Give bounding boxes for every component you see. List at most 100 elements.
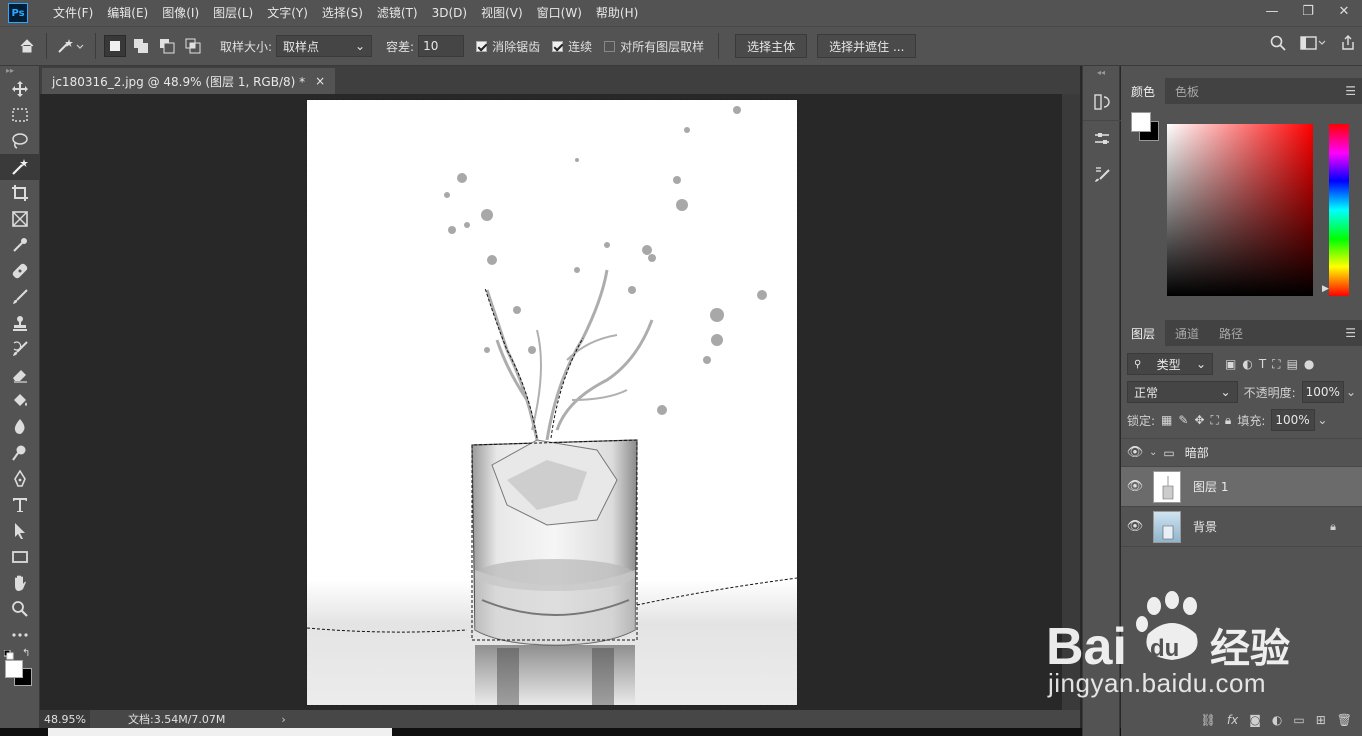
menu-select[interactable]: 选择(S) <box>315 0 370 26</box>
fill-input[interactable]: 100% <box>1271 409 1316 431</box>
layer-style-fx-icon[interactable]: fx <box>1227 713 1238 727</box>
path-selection-tool-icon[interactable] <box>0 518 40 544</box>
foreground-color-swatch[interactable] <box>5 660 23 678</box>
more-tools-icon[interactable] <box>0 622 40 648</box>
layer-filter-select[interactable]: ⚲ 类型 ⌄ <box>1127 353 1213 375</box>
marquee-tool-icon[interactable] <box>0 102 40 128</box>
tab-layers[interactable]: 图层 <box>1121 320 1166 346</box>
paint-bucket-tool-icon[interactable] <box>0 388 40 414</box>
healing-brush-tool-icon[interactable] <box>0 258 40 284</box>
lasso-tool-icon[interactable] <box>0 128 40 154</box>
select-subject-button[interactable]: 选择主体 <box>735 34 808 58</box>
image-filter-icon[interactable]: ▣ <box>1225 357 1236 371</box>
close-window-button[interactable]: ✕ <box>1326 0 1362 22</box>
home-icon[interactable] <box>14 33 40 59</box>
eyedropper-tool-icon[interactable] <box>0 232 40 258</box>
new-selection-button[interactable] <box>104 35 126 57</box>
lock-all-icon[interactable]: 🔒︎ <box>1225 413 1231 428</box>
chevron-down-icon[interactable]: ⌄ <box>1346 385 1356 399</box>
menu-window[interactable]: 窗口(W) <box>530 0 589 26</box>
antialias-checkbox[interactable]: 消除锯齿 <box>476 38 540 55</box>
hand-tool-icon[interactable] <box>0 570 40 596</box>
brush-settings-panel-icon[interactable] <box>1083 156 1121 192</box>
layer-row-background[interactable]: 👁︎ 背景 🔒︎ <box>1121 507 1362 547</box>
new-group-icon[interactable]: ▭ <box>1293 713 1304 727</box>
clone-stamp-tool-icon[interactable] <box>0 310 40 336</box>
collapse-grip-icon[interactable]: ◂◂ <box>1083 66 1119 84</box>
status-menu-arrow-icon[interactable]: › <box>281 713 285 726</box>
swap-colors-icon[interactable]: ↰ <box>22 648 30 659</box>
lock-artboard-icon[interactable]: ⛶ <box>1211 413 1219 428</box>
menu-type[interactable]: 文字(Y) <box>260 0 315 26</box>
history-panel-icon[interactable] <box>1083 84 1121 120</box>
visibility-eye-icon[interactable]: 👁︎ <box>1121 479 1149 494</box>
add-mask-icon[interactable]: ◙ <box>1249 713 1261 727</box>
minimize-button[interactable]: — <box>1254 0 1290 22</box>
tolerance-input[interactable]: 10 <box>418 35 465 57</box>
zoom-tool-icon[interactable] <box>0 596 40 622</box>
menu-view[interactable]: 视图(V) <box>474 0 530 26</box>
share-icon[interactable] <box>1340 35 1356 54</box>
tab-channels[interactable]: 通道 <box>1165 320 1209 346</box>
type-filter-icon[interactable]: T <box>1259 357 1266 371</box>
foreground-color-swatch[interactable] <box>1131 112 1151 132</box>
crop-tool-icon[interactable] <box>0 180 40 206</box>
eraser-tool-icon[interactable] <box>0 362 40 388</box>
pen-tool-icon[interactable] <box>0 466 40 492</box>
vertical-scrollbar[interactable] <box>1062 94 1080 710</box>
intersect-selection-button[interactable] <box>182 35 204 57</box>
document-tab[interactable]: jc180316_2.jpg @ 48.9% (图层 1, RGB/8) * × <box>42 68 336 94</box>
layer-name[interactable]: 图层 1 <box>1193 478 1228 495</box>
workspace-icon[interactable] <box>1300 35 1326 54</box>
delete-layer-icon[interactable]: 🗑︎ <box>1337 713 1352 727</box>
sample-size-select[interactable]: 取样点 ⌄ <box>276 35 373 57</box>
tab-color[interactable]: 颜色 <box>1121 78 1166 104</box>
blur-tool-icon[interactable] <box>0 414 40 440</box>
hue-slider-handle-icon[interactable]: ▶ <box>1322 284 1329 294</box>
panel-menu-icon[interactable]: ☰ <box>1345 326 1356 340</box>
layer-thumbnail[interactable] <box>1153 510 1181 543</box>
lock-image-pixels-icon[interactable]: ✎ <box>1178 413 1188 427</box>
magic-wand-preset-icon[interactable] <box>53 33 89 59</box>
blend-mode-select[interactable]: 正常 ⌄ <box>1127 381 1238 403</box>
link-layers-icon[interactable]: ⛓︎ <box>1201 713 1216 727</box>
search-icon[interactable] <box>1270 35 1286 54</box>
adjustments-panel-icon[interactable] <box>1083 120 1121 156</box>
menu-image[interactable]: 图像(I) <box>155 0 206 26</box>
smart-object-filter-icon[interactable]: ▤ <box>1287 357 1298 371</box>
layer-name[interactable]: 背景 <box>1193 518 1217 535</box>
hue-slider[interactable] <box>1329 124 1349 296</box>
filter-toggle-icon[interactable]: ● <box>1304 357 1314 371</box>
magic-wand-tool-icon[interactable] <box>0 154 40 180</box>
menu-edit[interactable]: 编辑(E) <box>100 0 155 26</box>
close-tab-icon[interactable]: × <box>315 74 325 88</box>
menu-layer[interactable]: 图层(L) <box>206 0 260 26</box>
sample-all-layers-checkbox[interactable]: 对所有图层取样 <box>604 38 704 55</box>
contiguous-checkbox[interactable]: 连续 <box>552 38 592 55</box>
adjustment-layer-icon[interactable]: ◐ <box>1272 713 1282 727</box>
default-colors-icon[interactable] <box>4 650 14 660</box>
chevron-down-icon[interactable]: ⌄ <box>1149 447 1157 458</box>
menu-3d[interactable]: 3D(D) <box>425 0 474 26</box>
new-layer-icon[interactable]: ⊞ <box>1316 713 1326 727</box>
visibility-eye-icon[interactable]: 👁︎ <box>1121 445 1149 460</box>
shape-filter-icon[interactable]: ⛶ <box>1272 357 1280 372</box>
tab-swatches[interactable]: 色板 <box>1165 78 1209 104</box>
type-tool-icon[interactable] <box>0 492 40 518</box>
layer-thumbnail[interactable] <box>1153 470 1181 503</box>
color-picker-field[interactable] <box>1167 124 1313 296</box>
rectangle-tool-icon[interactable] <box>0 544 40 570</box>
menu-file[interactable]: 文件(F) <box>46 0 100 26</box>
history-brush-tool-icon[interactable] <box>0 336 40 362</box>
panel-grip-icon[interactable]: ▸▸ <box>0 66 39 76</box>
move-tool-icon[interactable] <box>0 76 40 102</box>
select-and-mask-button[interactable]: 选择并遮住 ... <box>817 34 917 58</box>
menu-help[interactable]: 帮助(H) <box>589 0 645 26</box>
restore-button[interactable]: ❐ <box>1290 0 1326 22</box>
menu-filter[interactable]: 滤镜(T) <box>370 0 425 26</box>
panel-menu-icon[interactable]: ☰ <box>1345 84 1356 98</box>
opacity-input[interactable]: 100% <box>1301 381 1344 403</box>
visibility-eye-icon[interactable]: 👁︎ <box>1121 519 1149 534</box>
tab-paths[interactable]: 路径 <box>1209 320 1253 346</box>
chevron-down-icon[interactable]: ⌄ <box>1317 413 1327 427</box>
